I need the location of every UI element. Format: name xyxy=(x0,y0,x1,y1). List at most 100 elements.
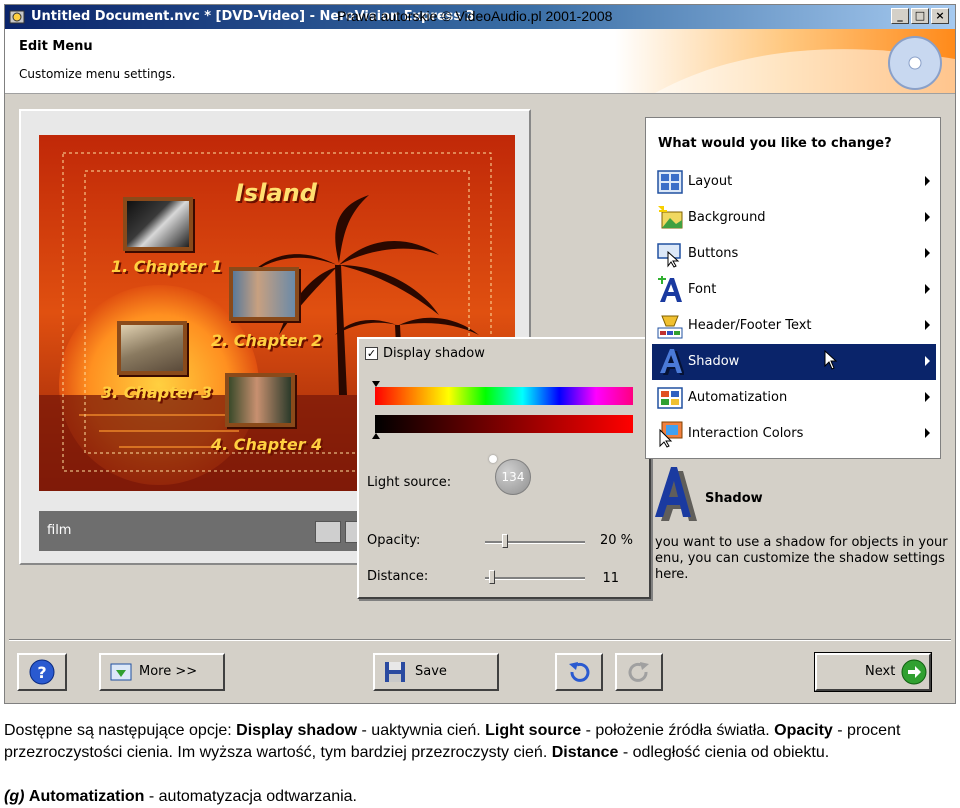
chapter-1-label[interactable]: 1. Chapter 1 xyxy=(111,257,222,276)
caption-text-6: - automatyzacja odtwarzania. xyxy=(144,788,357,805)
minimize-button[interactable]: _ xyxy=(891,8,909,24)
chevron-right-icon xyxy=(925,284,930,294)
chapter-4-thumbnail[interactable] xyxy=(225,373,295,427)
chapter-4-label[interactable]: 4. Chapter 4 xyxy=(211,435,322,454)
display-shadow-checkbox[interactable]: ✓ xyxy=(365,347,378,360)
undo-icon xyxy=(569,662,590,682)
option-layout[interactable]: Layout xyxy=(652,164,936,200)
distance-slider-thumb[interactable] xyxy=(489,570,495,584)
page-subtitle: Customize menu settings. xyxy=(19,67,176,81)
next-button-label: Next xyxy=(865,664,896,679)
copyright-watermark: Prawa autorskie © VideoAudio.pl 2001-200… xyxy=(337,8,613,24)
option-automatization[interactable]: Automatization xyxy=(652,380,936,416)
interaction-colors-icon xyxy=(659,421,683,448)
option-automatization-label: Automatization xyxy=(688,390,788,405)
chevron-right-icon xyxy=(925,176,930,186)
option-background[interactable]: Background xyxy=(652,200,936,236)
change-options-panel: What would you like to change? Layout Ba… xyxy=(645,117,941,459)
option-shadow[interactable]: Shadow xyxy=(652,344,936,380)
more-button[interactable]: More >> xyxy=(99,653,225,691)
undo-button[interactable] xyxy=(555,653,603,691)
chapter-2-thumbnail[interactable] xyxy=(229,267,299,321)
bottom-separator xyxy=(9,639,951,641)
app-icon xyxy=(9,10,25,24)
automatization-icon xyxy=(657,387,683,409)
caption-term-automatization: Automatization xyxy=(28,788,145,805)
bottom-button-bar: ? More >> Save Next xyxy=(5,639,955,703)
shadow-icon xyxy=(660,349,684,375)
page-title: Edit Menu xyxy=(19,39,93,54)
description-text: you want to use a shadow for objects in … xyxy=(655,535,948,582)
option-interaction-colors-label: Interaction Colors xyxy=(688,426,804,441)
option-header-footer-text[interactable]: Header/Footer Text xyxy=(652,308,936,344)
close-button[interactable]: × xyxy=(931,8,949,24)
option-buttons-label: Buttons xyxy=(688,246,739,261)
hue-color-bar[interactable] xyxy=(375,387,633,405)
display-shadow-label: Display shadow xyxy=(383,346,485,361)
menu-title-text[interactable]: Island xyxy=(235,179,317,207)
next-button[interactable]: Next xyxy=(814,652,932,692)
redo-icon xyxy=(628,662,649,682)
header-swoosh-graphic xyxy=(615,29,955,93)
opacity-slider-thumb[interactable] xyxy=(502,534,508,548)
caption-text-1: Dostępne są następujące opcje: xyxy=(4,722,237,739)
description-title: Shadow xyxy=(705,491,763,506)
change-question: What would you like to change? xyxy=(658,136,892,151)
app-window: Untitled Document.nvc * [DVD-Video] - Ne… xyxy=(4,4,956,704)
header-footer-icon xyxy=(657,315,683,339)
chapter-1-thumbnail[interactable] xyxy=(123,197,193,251)
chevron-right-icon xyxy=(925,356,930,366)
more-button-label: More >> xyxy=(139,664,198,679)
chapter-menu-icon[interactable] xyxy=(315,521,341,543)
light-source-label: Light source: xyxy=(367,475,452,490)
option-interaction-colors[interactable]: Interaction Colors xyxy=(652,416,936,452)
save-button[interactable]: Save xyxy=(373,653,499,691)
mouse-cursor-icon xyxy=(824,350,838,370)
chapter-3-label[interactable]: 3. Chapter 3 xyxy=(101,383,212,402)
caption-term-opacity: Opacity xyxy=(774,722,833,739)
chevron-right-icon xyxy=(925,320,930,330)
save-button-label: Save xyxy=(415,664,447,679)
caption-text: Dostępne są następujące opcje: Display s… xyxy=(4,720,956,805)
layout-icon xyxy=(657,170,683,194)
shadow-settings-panel: ✓ Display shadow Light source: 134 Opaci… xyxy=(357,337,651,599)
opacity-value: 20 % xyxy=(599,533,633,548)
option-layout-label: Layout xyxy=(688,174,733,189)
chapter-3-thumbnail[interactable] xyxy=(117,321,187,375)
distance-label: Distance: xyxy=(367,569,429,584)
svg-text:?: ? xyxy=(37,663,46,682)
opacity-slider-track[interactable] xyxy=(485,541,585,544)
font-icon xyxy=(658,276,682,302)
chevron-right-icon xyxy=(925,248,930,258)
redo-button[interactable] xyxy=(615,653,663,691)
shade-color-bar[interactable] xyxy=(375,415,633,433)
arrow-right-icon xyxy=(901,659,927,685)
option-buttons[interactable]: Buttons xyxy=(652,236,936,272)
background-icon xyxy=(658,206,683,229)
help-icon: ? xyxy=(29,659,55,685)
floppy-disk-icon xyxy=(385,662,405,682)
chevron-right-icon xyxy=(925,428,930,438)
caption-term-distance: Distance xyxy=(551,744,619,761)
maximize-button[interactable]: □ xyxy=(911,8,929,24)
footer-text[interactable]: film xyxy=(47,523,71,538)
option-shadow-label: Shadow xyxy=(688,354,740,369)
distance-slider-track[interactable] xyxy=(485,577,585,580)
help-button[interactable]: ? xyxy=(17,653,67,691)
opacity-label: Opacity: xyxy=(367,533,421,548)
title-bar[interactable]: Untitled Document.nvc * [DVD-Video] - Ne… xyxy=(5,5,955,29)
option-header-footer-label: Header/Footer Text xyxy=(688,318,812,333)
caption-line-automatization: (g) Automatization - automatyzacja odtwa… xyxy=(4,786,357,808)
light-source-handle[interactable] xyxy=(489,455,497,463)
option-background-label: Background xyxy=(688,210,766,225)
window-controls: _ □ × xyxy=(891,8,949,24)
shadow-large-icon xyxy=(655,467,697,521)
caption-g-label: (g) xyxy=(4,788,25,805)
caption-term-display-shadow: Display shadow xyxy=(236,722,358,739)
option-font[interactable]: Font xyxy=(652,272,936,308)
caption-text-2: - uaktywnia cień. xyxy=(357,722,486,739)
light-source-value: 134 xyxy=(501,470,525,484)
chapter-2-label[interactable]: 2. Chapter 2 xyxy=(211,331,322,350)
light-source-dial[interactable]: 134 xyxy=(495,459,531,495)
shade-marker[interactable] xyxy=(372,433,380,439)
